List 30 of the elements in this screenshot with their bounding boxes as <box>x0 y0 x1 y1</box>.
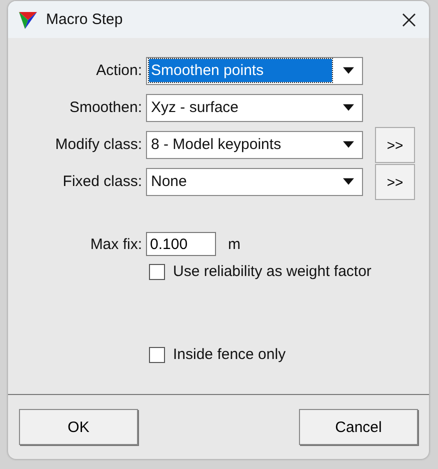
triangle-logo-icon <box>18 10 38 30</box>
caret-icon <box>343 104 354 111</box>
more-button[interactable]: >> <box>375 164 415 200</box>
checkbox-label: Inside fence only <box>173 346 286 363</box>
more-button[interactable]: >> <box>375 126 415 162</box>
caret-icon <box>343 67 354 74</box>
dropdown[interactable]: 8 - Model keypoints <box>146 130 363 158</box>
caret-icon <box>343 141 354 148</box>
dropdown-value: 8 - Model keypoints <box>150 135 282 155</box>
field-label: Max fix: <box>89 236 143 252</box>
caret-icon <box>343 178 354 185</box>
field-label: Modify class: <box>54 136 143 153</box>
field-label: Fixed class: <box>62 173 143 190</box>
dropdown[interactable]: Smoothen points <box>146 56 363 84</box>
unit-label: m <box>228 236 240 252</box>
ok-button[interactable]: OK <box>19 409 138 445</box>
window-title: Macro Step <box>46 11 124 28</box>
cancel-button[interactable]: Cancel <box>299 409 418 445</box>
dropdown-value: Xyz - surface <box>150 98 240 118</box>
dropdown[interactable]: Xyz - surface <box>146 94 363 122</box>
dropdown-value: None <box>150 172 188 192</box>
dropdown[interactable]: None <box>146 168 363 196</box>
dropdown-value: Smoothen points <box>149 59 332 82</box>
checkbox-label: Use reliability as weight factor <box>173 263 372 280</box>
checkbox[interactable] <box>149 346 165 362</box>
input-field[interactable]: 0.100 <box>146 232 216 256</box>
close-icon[interactable] <box>402 12 416 26</box>
field-label: Smoothen: <box>68 99 143 116</box>
field-label: Action: <box>95 62 143 79</box>
checkbox[interactable] <box>149 264 165 280</box>
